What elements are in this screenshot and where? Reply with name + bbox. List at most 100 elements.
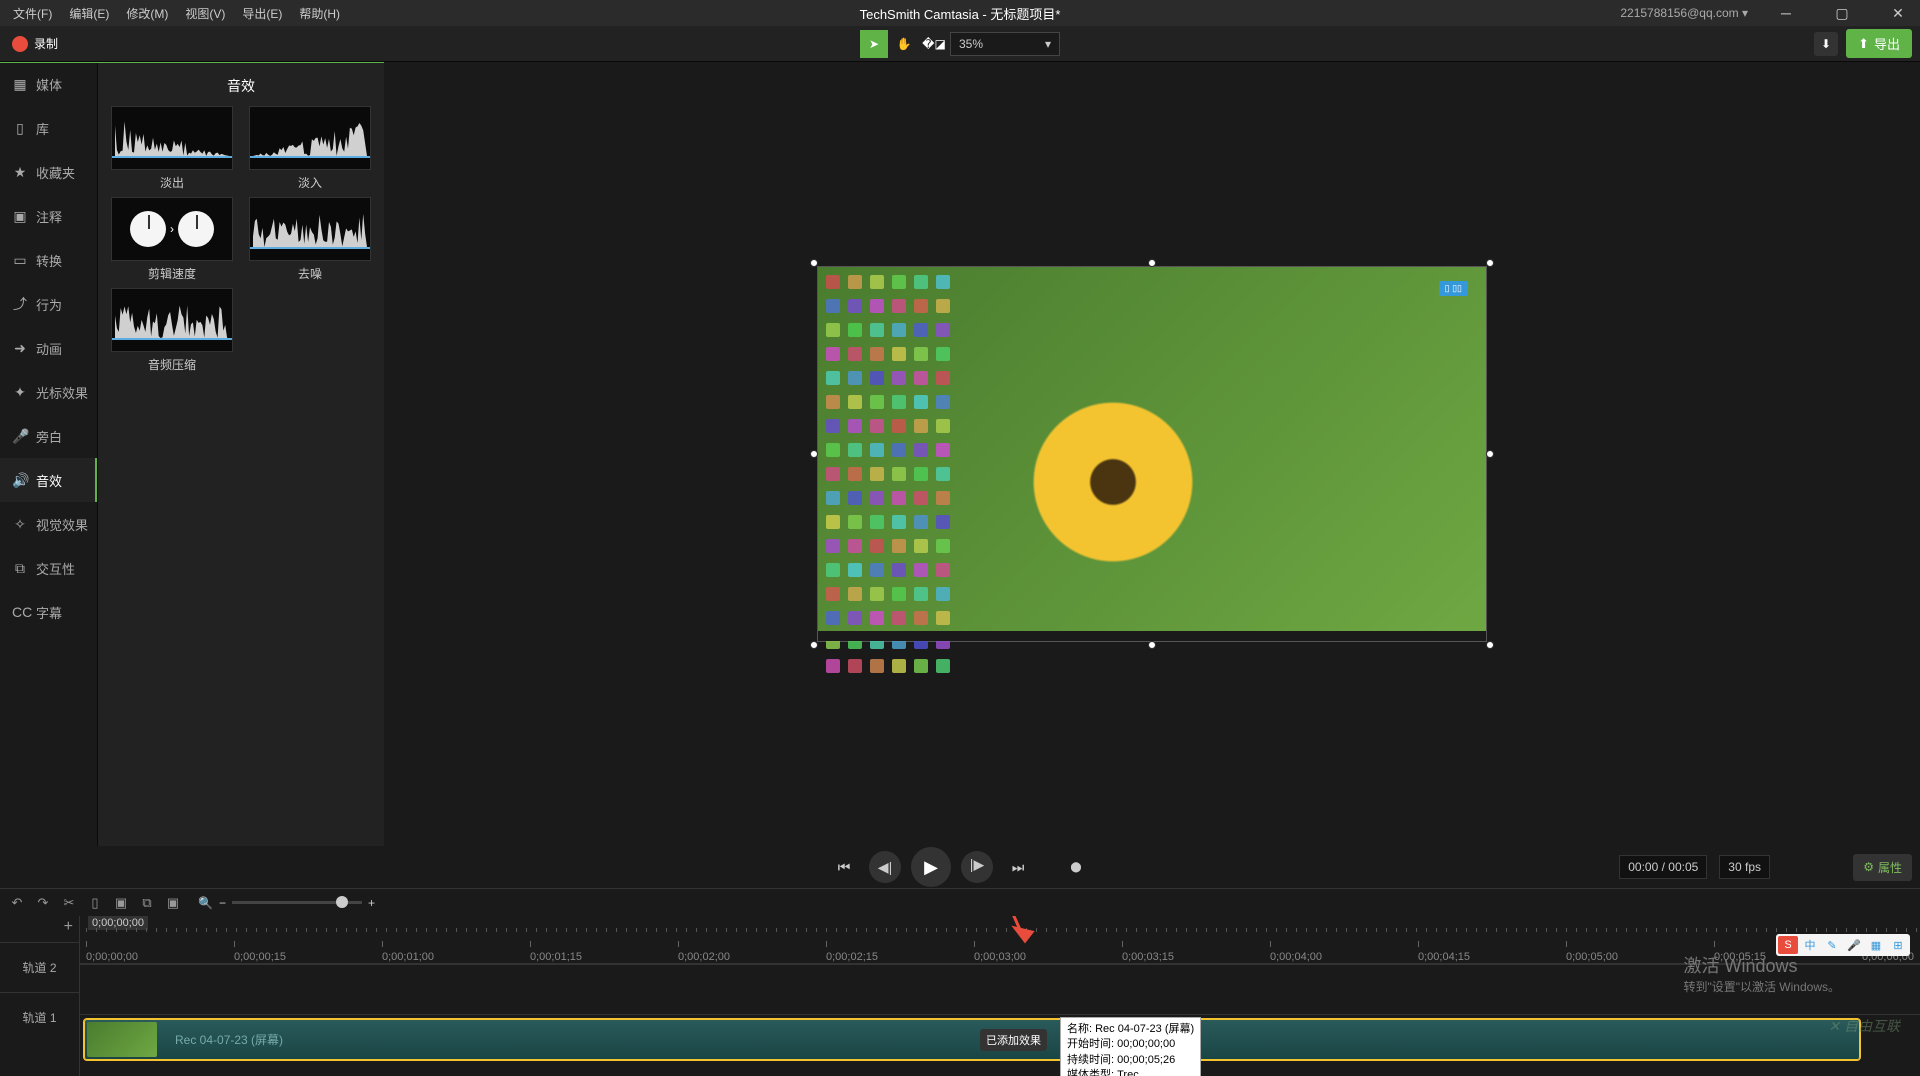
prev-clip-button[interactable]: ⏮ <box>829 852 859 882</box>
menu-file[interactable]: 文件(F) <box>6 1 59 26</box>
fx-item-3[interactable]: 去噪 <box>244 197 376 282</box>
sidebar-item-11[interactable]: ⧉交互性 <box>0 546 97 590</box>
ruler-tick: 0;00;05;00 <box>1566 951 1618 963</box>
close-button[interactable]: ✕ <box>1876 0 1920 26</box>
record-button[interactable]: 录制 <box>0 26 70 62</box>
properties-button[interactable]: ⚙属性 <box>1853 854 1912 881</box>
preview-wallpaper <box>998 317 1178 577</box>
sidebar-item-7[interactable]: ✦光标效果 <box>0 370 97 414</box>
effect-applied-tag[interactable]: 已添加效果 <box>980 1029 1047 1051</box>
step-back-button[interactable]: ◀| <box>869 851 901 883</box>
canvas[interactable]: ▯ ▯▯ <box>384 62 1920 846</box>
fx-item-2[interactable]: ›剪辑速度 <box>106 197 238 282</box>
sidebar-item-6[interactable]: ➜动画 <box>0 326 97 370</box>
sidebar: ▦媒体▯库★收藏夹▣注释▭转换⤴行为➜动画✦光标效果🎤旁白🔊音效✧视觉效果⧉交互… <box>0 62 98 846</box>
copy-button[interactable]: ▯ <box>84 892 106 914</box>
sidebar-icon: 🎤 <box>12 428 28 445</box>
fx-item-1[interactable]: 淡入 <box>244 106 376 191</box>
gear-icon: ⚙ <box>1863 860 1874 874</box>
windows-activation-watermark: 激活 Windows转到"设置"以激活 Windows。 <box>1683 952 1840 995</box>
user-email[interactable]: 2215788156@qq.com ▾ <box>1620 6 1752 20</box>
split-button[interactable]: ⧉ <box>136 892 158 914</box>
minimize-button[interactable]: ─ <box>1764 0 1808 26</box>
play-button[interactable]: ▶ <box>911 847 951 887</box>
ruler-tick: 0;00;00;00 <box>86 951 138 963</box>
snapshot-button[interactable]: ▣ <box>162 892 184 914</box>
pan-tool[interactable]: ✋ <box>890 30 918 58</box>
export-button[interactable]: ⬆ 导出 <box>1846 29 1912 58</box>
menu-edit[interactable]: 编辑(E) <box>62 1 116 26</box>
sidebar-item-1[interactable]: ▯库 <box>0 106 97 150</box>
preview-taskbar <box>818 631 1486 641</box>
sidebar-icon: 🔊 <box>12 472 28 489</box>
download-button[interactable]: ⬇ <box>1814 32 1838 56</box>
ruler-tick: 0;00;02;00 <box>678 951 730 963</box>
chevron-down-icon: ▾ <box>1045 37 1051 51</box>
sidebar-icon: ▯ <box>12 120 28 137</box>
playback-bar: ⏮ ◀| ▶ ◀| ⏭ ⬤ 00:00 / 00:0530 fps ⚙属性 <box>0 846 1920 888</box>
ruler-tick: 0;00;01;15 <box>530 951 582 963</box>
app-title: TechSmith Camtasia - 无标题项目* <box>860 4 1061 23</box>
annotation-arrow <box>970 916 1050 966</box>
next-clip-button[interactable]: ⏭ <box>1003 852 1033 882</box>
preview-desktop-icons <box>826 275 954 673</box>
zoom-select[interactable]: 35%▾ <box>950 32 1060 56</box>
crop-tool[interactable]: �◪ <box>920 30 948 58</box>
fx-item-0[interactable]: 淡出 <box>106 106 238 191</box>
sidebar-item-8[interactable]: 🎤旁白 <box>0 414 97 458</box>
fx-item-4[interactable]: 音频压缩 <box>106 288 238 373</box>
clip-tooltip: 名称: Rec 04-07-23 (屏幕)开始时间: 00;00;00;00 持… <box>1060 1017 1201 1076</box>
step-fwd-button[interactable]: ◀| <box>961 851 993 883</box>
timeline-zoom[interactable]: 🔍 − + <box>198 896 375 910</box>
track-header-controls[interactable]: + <box>0 916 79 938</box>
sidebar-icon: ▣ <box>12 208 28 225</box>
menu-help[interactable]: 帮助(H) <box>292 1 347 26</box>
ime-toolbar[interactable]: S中✎🎤▦⊞ <box>1776 934 1910 956</box>
sidebar-icon: ⧉ <box>12 560 28 577</box>
paste-button[interactable]: ▣ <box>110 892 132 914</box>
sidebar-item-10[interactable]: ✧视觉效果 <box>0 502 97 546</box>
zoom-fit-icon[interactable]: 🔍 <box>198 896 213 910</box>
menu-modify[interactable]: 修改(M) <box>119 1 175 26</box>
sidebar-item-12[interactable]: CC字幕 <box>0 590 97 634</box>
record-icon <box>12 36 28 52</box>
menubar: 文件(F) 编辑(E) 修改(M) 视图(V) 导出(E) 帮助(H) <box>6 1 347 26</box>
track-label-2[interactable]: 轨道 2 <box>0 942 79 992</box>
track-2[interactable] <box>80 964 1920 1014</box>
select-tool[interactable]: ➤ <box>860 30 888 58</box>
track-label-1[interactable]: 轨道 1 <box>0 992 79 1042</box>
ruler-tick: 0;00;03;15 <box>1122 951 1174 963</box>
effects-panel-title: 音效 <box>106 70 376 106</box>
sidebar-icon: CC <box>12 604 28 620</box>
sidebar-item-4[interactable]: ▭转换 <box>0 238 97 282</box>
maximize-button[interactable]: ▢ <box>1820 0 1864 26</box>
sidebar-icon: ⤴ <box>12 294 28 314</box>
preview-frame[interactable]: ▯ ▯▯ <box>817 266 1487 642</box>
ruler-tick: 0;00;04;15 <box>1418 951 1470 963</box>
sidebar-icon: ▭ <box>12 252 28 269</box>
main-area: ▦媒体▯库★收藏夹▣注释▭转换⤴行为➜动画✦光标效果🎤旁白🔊音效✧视觉效果⧉交互… <box>0 62 1920 846</box>
share-icon: ⬆ <box>1858 36 1869 52</box>
timeline-tools: ↶ ↷ ✂ ▯ ▣ ⧉ ▣ 🔍 − + <box>0 888 1920 916</box>
redo-button[interactable]: ↷ <box>32 892 54 914</box>
undo-button[interactable]: ↶ <box>6 892 28 914</box>
preview-badge: ▯ ▯▯ <box>1439 281 1468 296</box>
time-display: 00:00 / 00:0530 fps <box>1619 855 1770 879</box>
sidebar-item-9[interactable]: 🔊音效 <box>0 458 97 502</box>
sidebar-icon: ★ <box>12 164 28 181</box>
sidebar-item-2[interactable]: ★收藏夹 <box>0 150 97 194</box>
toolbar: 录制 ➤ ✋ �◪ 35%▾ ⬇ ⬆ 导出 <box>0 26 1920 62</box>
sidebar-item-3[interactable]: ▣注释 <box>0 194 97 238</box>
sidebar-item-5[interactable]: ⤴行为 <box>0 282 97 326</box>
ruler-tick: 0;00;01;00 <box>382 951 434 963</box>
menu-view[interactable]: 视图(V) <box>178 1 232 26</box>
track-1[interactable]: Rec 04-07-23 (屏幕) 已添加效果 名称: Rec 04-07-23… <box>80 1014 1920 1064</box>
sidebar-item-0[interactable]: ▦媒体 <box>0 62 97 106</box>
menu-export[interactable]: 导出(E) <box>235 1 289 26</box>
add-track-icon[interactable]: + <box>64 918 73 936</box>
effects-panel: 音效 淡出淡入›剪辑速度去噪音频压缩 <box>98 62 384 846</box>
site-watermark: ✕ 自由互联 <box>1828 1016 1900 1036</box>
sidebar-icon: ✦ <box>12 384 28 401</box>
cut-button[interactable]: ✂ <box>58 892 80 914</box>
timeline: + 轨道 2 轨道 1 0;00;00;00 0;00;00;000;00;00… <box>0 916 1920 1076</box>
